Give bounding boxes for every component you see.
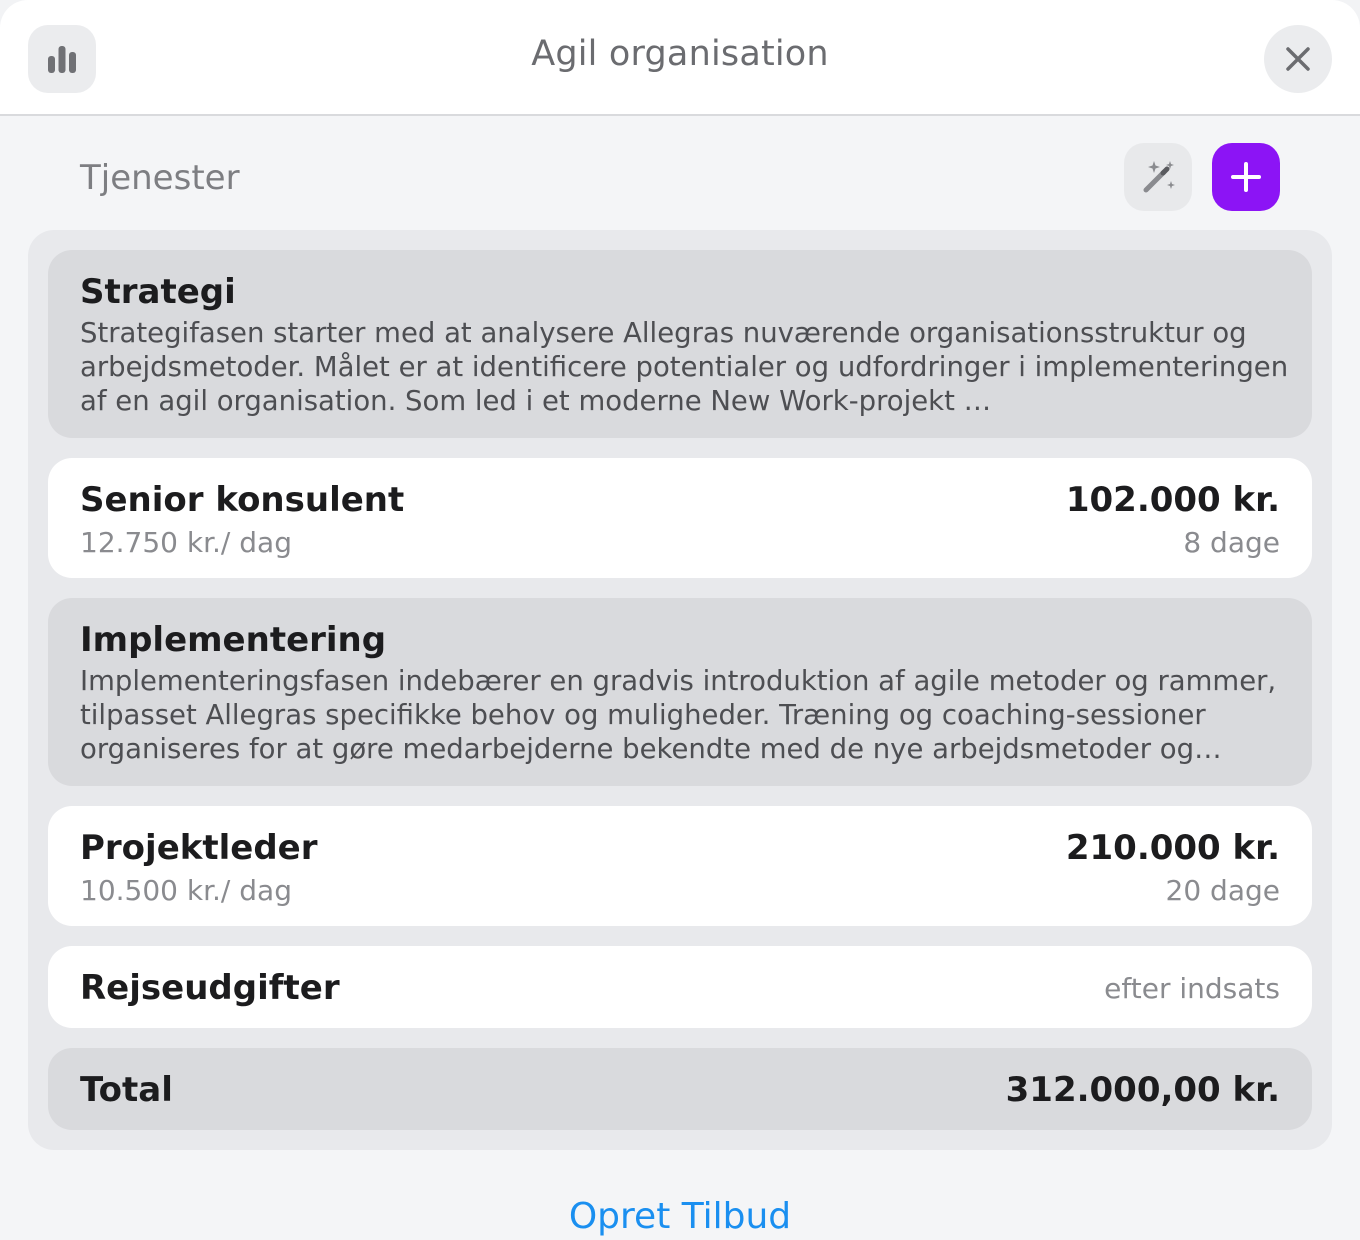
service-item-rejseudgifter[interactable]: Rejseudgifter efter indsats [48, 946, 1312, 1028]
magic-wand-button[interactable] [1124, 143, 1192, 211]
phase-title: Strategi [80, 272, 236, 312]
item-rate: 12.750 kr./ dag [80, 526, 292, 559]
item-amount: 102.000 kr. [1065, 480, 1280, 520]
item-name: Rejseudgifter [80, 968, 340, 1008]
magic-wand-icon [1143, 161, 1175, 193]
item-note: efter indsats [1104, 972, 1280, 1005]
dialog-title: Agil organisation [531, 34, 829, 74]
total-value: 312.000,00 kr. [1005, 1070, 1280, 1110]
phase-description: Implementeringsfasen indebærer en gradvi… [80, 665, 1277, 765]
create-offer-link[interactable]: Opret Tilbud [0, 1196, 1360, 1237]
item-name: Senior konsulent [80, 480, 405, 520]
phase-description: Strategifasen starter med at analysere A… [80, 317, 1289, 417]
item-days: 8 dage [1183, 526, 1280, 559]
service-item-projektleder[interactable]: Projektleder 10.500 kr./ dag 210.000 kr.… [48, 806, 1312, 926]
offer-dialog: Agil organisation Tjenester Strategi Str… [0, 0, 1360, 1240]
total-row: Total 312.000,00 kr. [48, 1048, 1312, 1130]
dialog-header: Agil organisation [0, 0, 1360, 116]
service-item-senior-konsulent[interactable]: Senior konsulent 12.750 kr./ dag 102.000… [48, 458, 1312, 578]
close-icon [1286, 47, 1310, 71]
item-rate: 10.500 kr./ dag [80, 874, 292, 907]
item-amount: 210.000 kr. [1065, 828, 1280, 868]
plus-icon [1231, 162, 1261, 192]
item-name: Projektleder [80, 828, 318, 868]
close-button[interactable] [1264, 25, 1332, 93]
phase-title: Implementering [80, 620, 387, 660]
phase-card-strategi[interactable]: Strategi Strategifasen starter med at an… [48, 250, 1312, 438]
total-label: Total [80, 1070, 173, 1110]
services-list: Strategi Strategifasen starter med at an… [28, 230, 1332, 1150]
item-days: 20 dage [1165, 874, 1280, 907]
add-service-button[interactable] [1212, 143, 1280, 211]
phase-card-implementering[interactable]: Implementering Implementeringsfasen inde… [48, 598, 1312, 786]
services-label: Tjenester [80, 158, 240, 198]
